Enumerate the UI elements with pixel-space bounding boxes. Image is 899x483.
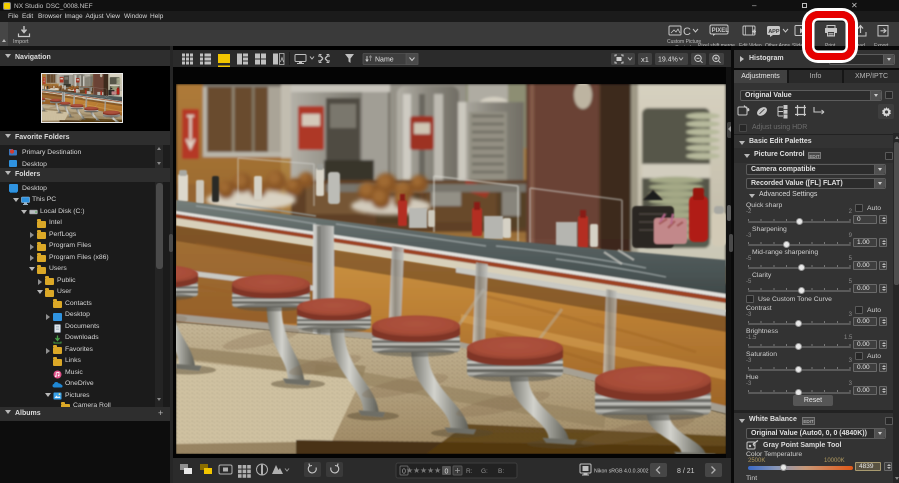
svg-text:G:: G:: [481, 468, 488, 475]
svg-text:R:: R:: [466, 468, 473, 475]
svg-text:8 / 21: 8 / 21: [677, 468, 695, 475]
svg-text:PIXEL: PIXEL: [712, 28, 729, 34]
svg-text:0: 0: [445, 468, 449, 475]
svg-text:APP: APP: [768, 29, 780, 35]
svg-text:C: C: [683, 26, 691, 37]
svg-text:Nikon sRGB 4.0.0.3002: Nikon sRGB 4.0.0.3002: [594, 469, 649, 475]
svg-text:B:: B:: [498, 468, 504, 475]
svg-text:Name: Name: [375, 57, 394, 64]
svg-text:19.4%: 19.4%: [658, 57, 678, 64]
svg-text:x1: x1: [641, 55, 649, 64]
svg-text:★: ★: [434, 466, 441, 475]
